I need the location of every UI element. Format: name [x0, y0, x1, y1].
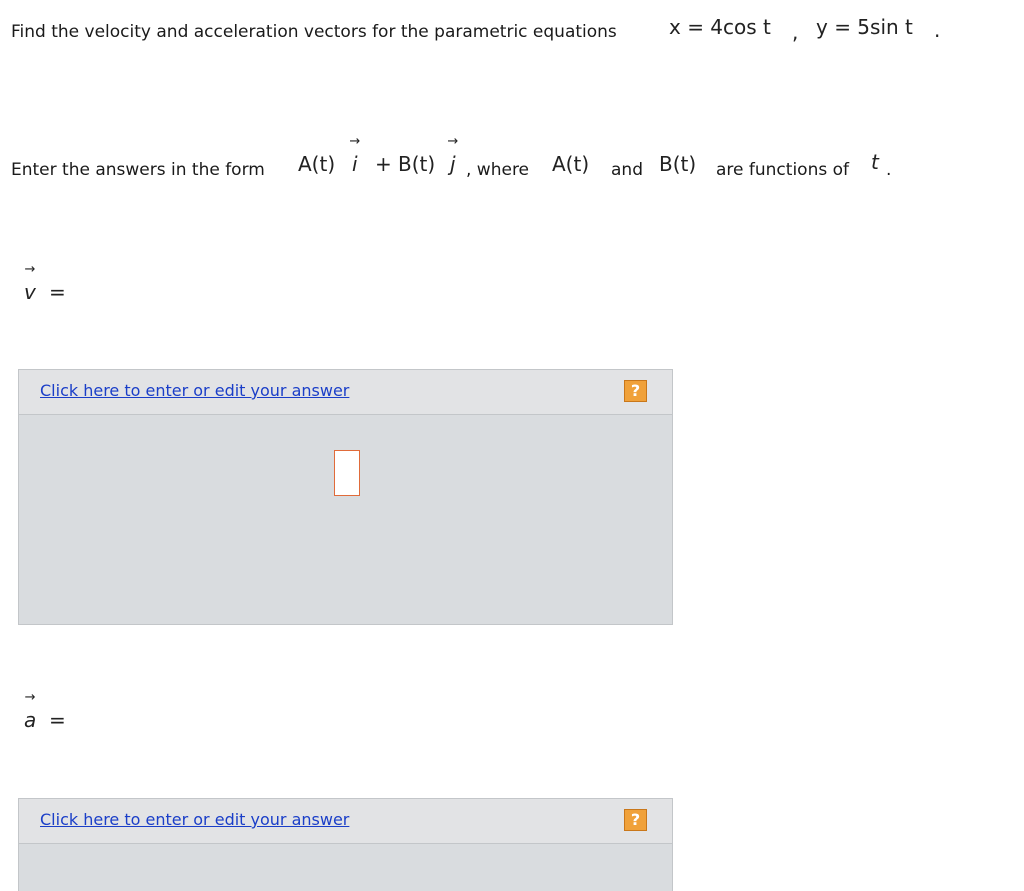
acceleration-symbol: → a — [24, 690, 37, 732]
acceleration-edit-answer-link[interactable]: Click here to enter or edit your answer — [40, 810, 349, 829]
form-a-term: A(t) — [298, 152, 336, 176]
instruction-period: . — [886, 160, 892, 180]
unit-vector-i: → i — [349, 134, 361, 176]
velocity-answer-header: Click here to enter or edit your answer … — [19, 370, 672, 415]
equation-separator: , — [792, 20, 799, 44]
question-mark-icon[interactable]: ? — [624, 809, 647, 831]
form-plus: + — [375, 152, 392, 176]
velocity-symbol: → v — [24, 262, 36, 304]
vector-arrow-icon: → — [349, 134, 361, 149]
vector-arrow-icon: → — [447, 134, 459, 149]
vector-arrow-icon: → — [24, 690, 36, 705]
question-mark-icon[interactable]: ? — [624, 380, 647, 402]
equation-x: x = 4cos t — [669, 15, 771, 39]
vector-arrow-icon: → — [24, 262, 36, 277]
velocity-equals: = — [49, 280, 66, 304]
instruction-where: , where — [466, 160, 530, 180]
form-b-term: B(t) — [398, 152, 436, 176]
question-prompt: Find the velocity and acceleration vecto… — [11, 22, 617, 42]
acceleration-answer-panel[interactable]: Click here to enter or edit your answer … — [18, 798, 673, 891]
function-a-label: A(t) — [552, 152, 590, 176]
instruction-prefix: Enter the answers in the form — [11, 160, 265, 180]
velocity-edit-answer-link[interactable]: Click here to enter or edit your answer — [40, 381, 349, 400]
variable-t: t — [871, 150, 879, 174]
equation-y: y = 5sin t — [816, 15, 913, 39]
velocity-answer-panel[interactable]: Click here to enter or edit your answer … — [18, 369, 673, 625]
instruction-functions-of: are functions of — [716, 160, 849, 180]
velocity-answer-input[interactable] — [334, 450, 360, 496]
unit-vector-j: → j — [447, 134, 459, 176]
instruction-and: and — [611, 160, 643, 180]
equation-end: . — [934, 18, 941, 42]
acceleration-answer-header: Click here to enter or edit your answer … — [19, 799, 672, 844]
acceleration-equals: = — [49, 708, 66, 732]
function-b-label: B(t) — [659, 152, 697, 176]
